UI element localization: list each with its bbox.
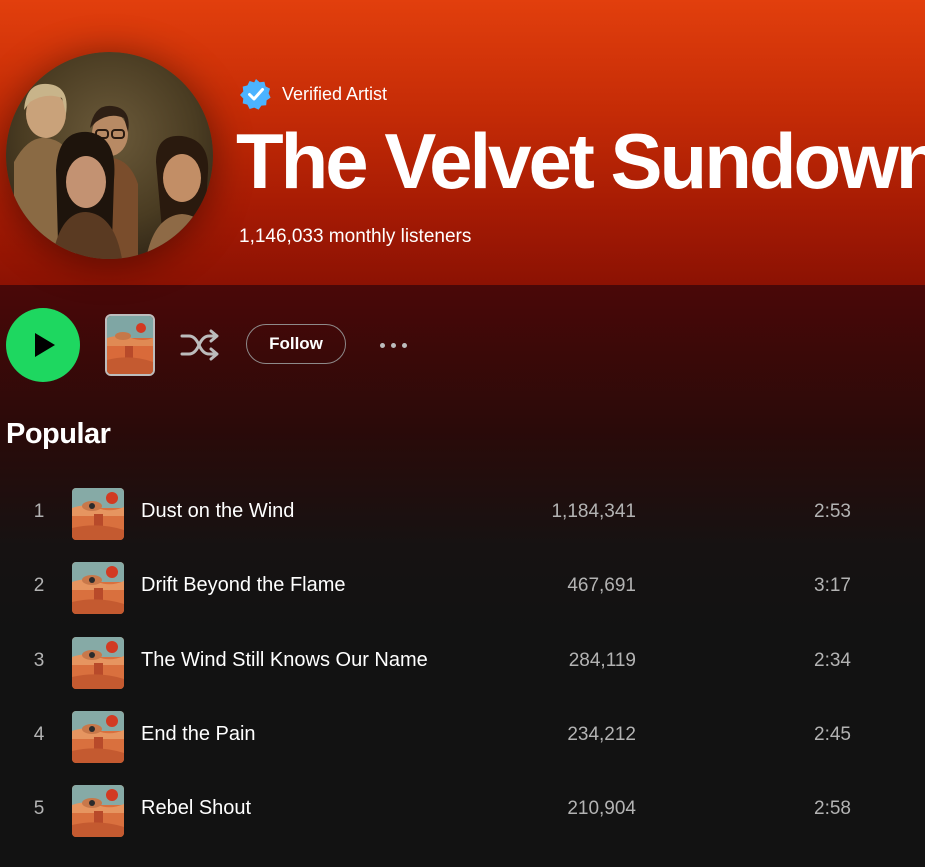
track-play-count: 284,119 (568, 650, 636, 671)
monthly-listeners: 1,146,033 monthly listeners (239, 226, 472, 247)
verified-badge: Verified Artist (240, 78, 387, 110)
preview-thumbnail[interactable] (105, 314, 155, 376)
track-artwork (72, 488, 124, 540)
track-number: 3 (33, 650, 45, 671)
track-number: 4 (33, 724, 45, 745)
track-play-count: 1,184,341 (551, 501, 636, 522)
track-row[interactable]: 1 Dust on the Wind 1,184,341 2:53 (0, 484, 925, 544)
track-artwork (72, 637, 124, 689)
shuffle-icon (180, 329, 219, 361)
track-artwork (72, 711, 124, 763)
track-number: 1 (33, 501, 45, 522)
track-title[interactable]: End the Pain (141, 723, 256, 746)
track-title[interactable]: Dust on the Wind (141, 500, 294, 523)
track-artwork (72, 785, 124, 837)
more-options-icon (401, 342, 407, 348)
play-button[interactable] (6, 308, 80, 382)
track-duration: 2:34 (814, 650, 851, 671)
follow-button[interactable]: Follow (246, 324, 346, 364)
track-row[interactable]: 3 The Wind Still Knows Our Name 284,119 … (0, 633, 925, 693)
track-play-count: 467,691 (567, 575, 636, 596)
track-title[interactable]: The Wind Still Knows Our Name (141, 649, 428, 672)
track-artwork (72, 562, 124, 614)
verified-label: Verified Artist (282, 83, 388, 104)
track-play-count: 234,212 (567, 724, 636, 745)
track-row[interactable]: 5 Rebel Shout 210,904 2:58 (0, 781, 925, 841)
artist-avatar (6, 52, 213, 259)
track-duration: 2:45 (814, 724, 851, 745)
more-options-button[interactable] (372, 332, 414, 358)
shuffle-button[interactable] (178, 325, 222, 365)
track-row[interactable]: 2 Drift Beyond the Flame 467,691 3:17 (0, 558, 925, 618)
artist-name: The Velvet Sundown (236, 117, 925, 205)
track-number: 2 (33, 575, 45, 596)
track-row[interactable]: 4 End the Pain 234,212 2:45 (0, 707, 925, 767)
more-options-icon (390, 342, 396, 348)
track-duration: 2:58 (814, 798, 851, 819)
popular-heading: Popular (6, 418, 111, 450)
verified-icon (240, 79, 271, 110)
more-options-icon (379, 342, 385, 348)
track-number: 5 (33, 798, 45, 819)
play-icon (35, 333, 55, 357)
track-title[interactable]: Drift Beyond the Flame (141, 574, 346, 597)
track-title[interactable]: Rebel Shout (141, 797, 251, 820)
track-play-count: 210,904 (567, 798, 636, 819)
track-duration: 2:53 (814, 501, 851, 522)
track-duration: 3:17 (814, 575, 851, 596)
